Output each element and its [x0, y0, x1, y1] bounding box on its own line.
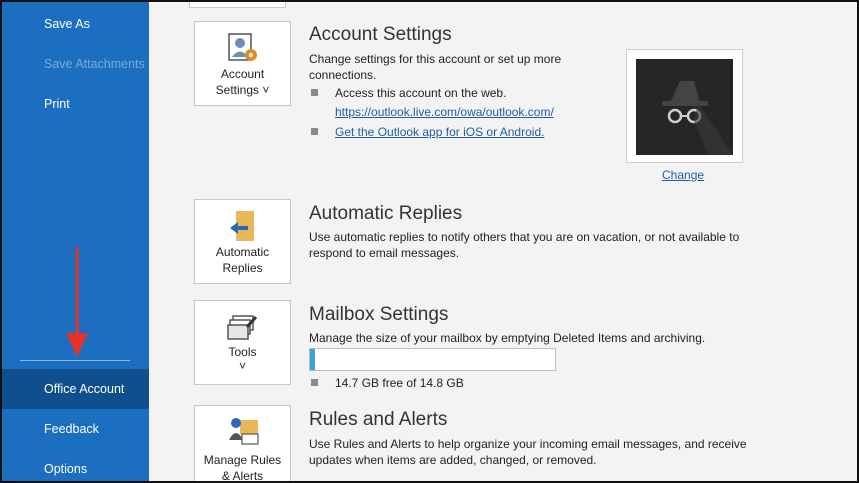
- automatic-replies-label-1: Automatic: [215, 245, 270, 259]
- rules-alerts-desc-1: Use Rules and Alerts to help organize yo…: [309, 437, 747, 451]
- sidebar-item-office-account[interactable]: Office Account: [0, 369, 149, 409]
- bullet-icon: [311, 128, 318, 135]
- automatic-replies-desc-2: respond to email messages.: [309, 246, 460, 260]
- automatic-replies-title: Automatic Replies: [309, 203, 463, 224]
- tools-chevron-down-icon: ˅: [238, 359, 246, 373]
- sidebar-item-save-attachments: Save Attachments: [44, 57, 145, 71]
- profile-picture: [636, 59, 733, 155]
- bullet-access-web-text: Access this account on the web.: [335, 86, 507, 100]
- manage-rules-label-2: & Alerts: [221, 469, 264, 483]
- bullet-icon: [311, 89, 318, 96]
- partial-card-top: [189, 0, 286, 8]
- rules-alerts-icon: [228, 418, 259, 445]
- account-settings-label-1: Account: [220, 67, 265, 81]
- manage-rules-label-1: Manage Rules: [203, 453, 282, 467]
- automatic-replies-label-2: Replies: [222, 261, 263, 275]
- account-settings-title: Account Settings: [309, 24, 452, 45]
- mailbox-usage-row: 14.7 GB free of 14.8 GB: [311, 375, 464, 391]
- sidebar-item-options[interactable]: Options: [0, 449, 149, 483]
- rules-alerts-title: Rules and Alerts: [309, 409, 448, 430]
- automatic-replies-desc-1: Use automatic replies to notify others t…: [309, 230, 740, 244]
- incognito-avatar-icon: [662, 81, 733, 155]
- backstage-sidebar: Save As Save Attachments Print Office Ac…: [0, 0, 149, 483]
- mailbox-usage-text: 14.7 GB free of 14.8 GB: [335, 376, 464, 390]
- account-settings-button[interactable]: Account Settings ˅: [194, 21, 291, 106]
- tools-icon: [226, 315, 257, 340]
- bullet-access-web: Access this account on the web.: [311, 85, 506, 101]
- bullet-get-app: Get the Outlook app for iOS or Android.: [311, 124, 544, 140]
- mailbox-usage-bar: [309, 348, 556, 371]
- automatic-replies-button[interactable]: Automatic Replies: [194, 199, 291, 284]
- mailbox-usage-fill: [310, 349, 315, 370]
- automatic-replies-icon: [229, 211, 254, 241]
- manage-rules-alerts-button[interactable]: Manage Rules & Alerts: [194, 405, 291, 483]
- red-arrow-annotation: [66, 247, 88, 357]
- tools-button[interactable]: Tools ˅: [194, 300, 291, 385]
- sidebar-item-save-as[interactable]: Save As: [0, 4, 149, 44]
- profile-picture-frame: [626, 49, 743, 163]
- change-photo-link[interactable]: Change: [662, 168, 704, 182]
- bullet-icon: [311, 379, 318, 386]
- web-link-row: https://outlook.live.com/owa/outlook.com…: [311, 104, 554, 120]
- get-outlook-app-link[interactable]: Get the Outlook app for iOS or Android.: [335, 125, 544, 139]
- outlook-web-link[interactable]: https://outlook.live.com/owa/outlook.com…: [335, 105, 554, 119]
- sidebar-item-print[interactable]: Print: [0, 84, 149, 124]
- account-settings-icon: [227, 33, 257, 61]
- mailbox-settings-desc: Manage the size of your mailbox by empty…: [309, 331, 706, 345]
- sidebar-item-feedback[interactable]: Feedback: [0, 409, 149, 449]
- account-settings-label-2: Settings ˅: [215, 83, 270, 97]
- rules-alerts-desc-2: updates when items are added, changed, o…: [309, 453, 597, 467]
- mailbox-settings-title: Mailbox Settings: [309, 304, 449, 325]
- sidebar-divider: [20, 360, 130, 361]
- account-info-pane: Account Settings ˅ Account Settings Chan…: [149, 0, 859, 483]
